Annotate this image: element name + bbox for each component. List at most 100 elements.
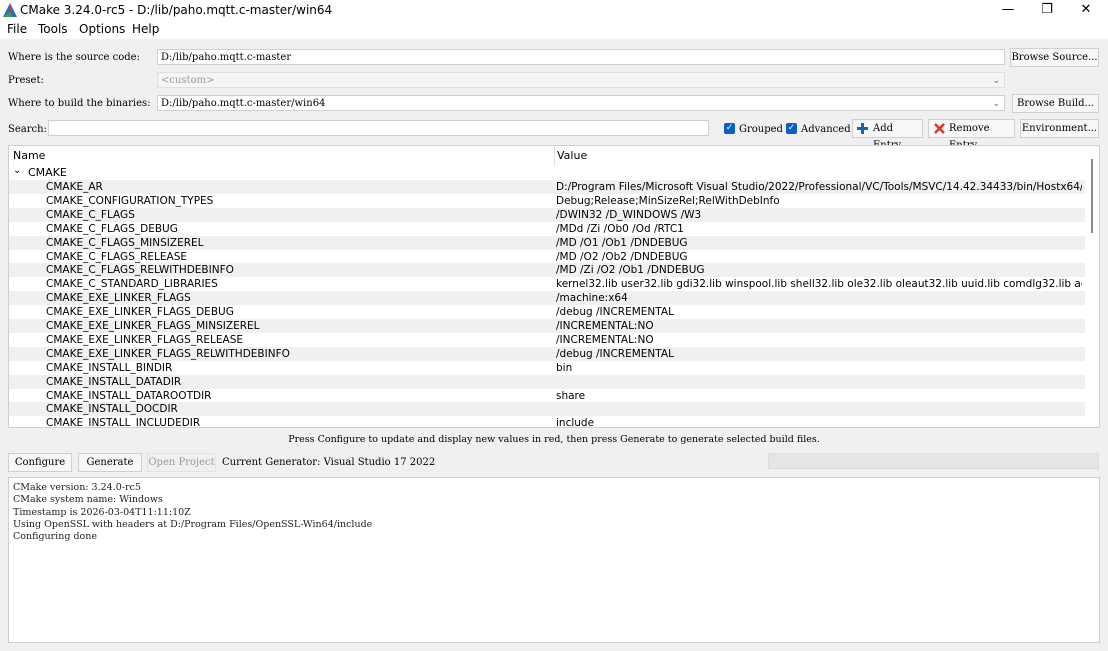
advanced-checkbox[interactable]: ✓: [786, 123, 797, 134]
entry-value[interactable]: /machine:x64: [556, 291, 1082, 305]
table-row[interactable]: CMAKE_C_FLAGS_DEBUG/MDd /Zi /Ob0 /Od /RT…: [9, 222, 1085, 236]
table-row[interactable]: CMAKE_INSTALL_BINDIR bin: [9, 361, 1085, 375]
plus-icon: [857, 123, 868, 134]
header-name[interactable]: Name: [13, 149, 45, 162]
group-label: CMAKE: [28, 166, 67, 179]
window-title: CMake 3.24.0-rc5 - D:/lib/paho.mqtt.c-ma…: [20, 3, 333, 17]
log-line: CMake version: 3.24.0-rc5: [13, 482, 141, 493]
table-row[interactable]: CMAKE_C_FLAGS/DWIN32 /D_WINDOWS /W3: [9, 207, 1085, 222]
table-row[interactable]: CMAKE_EXE_LINKER_FLAGS_RELEASE/INCREMENT…: [9, 333, 1085, 347]
entry-name: CMAKE_EXE_LINKER_FLAGS_DEBUG: [46, 306, 234, 319]
entry-value[interactable]: /MD /Zi /O2 /Ob1 /DNDEBUG: [556, 263, 1082, 277]
cache-table: Name Value ⌄ CMAKE CMAKE_AR D:/Program Fi…: [8, 145, 1100, 428]
x-icon: [934, 123, 945, 134]
entry-name: CMAKE_EXE_LINKER_FLAGS_RELEASE: [46, 333, 243, 346]
entry-value[interactable]: /MD /O1 /Ob1 /DNDEBUG: [556, 236, 1082, 250]
entry-value[interactable]: /DWIN32 /D_WINDOWS /W3: [556, 208, 1082, 222]
open-project-button: Open Project: [147, 453, 216, 472]
menu-tools[interactable]: Tools: [38, 22, 68, 36]
entry-value[interactable]: /MD /O2 /Ob2 /DNDEBUG: [556, 250, 1082, 264]
entry-name: CMAKE_C_FLAGS: [46, 208, 135, 221]
entry-value[interactable]: /MDd /Zi /Ob0 /Od /RTC1: [556, 222, 1082, 236]
browse-source-button[interactable]: Browse Source...: [1010, 48, 1099, 67]
close-button[interactable]: ✕: [1071, 1, 1101, 19]
header-value[interactable]: Value: [557, 149, 587, 162]
remove-entry-button[interactable]: Remove Entry: [928, 119, 1015, 151]
output-log[interactable]: CMake version: 3.24.0-rc5 CMake system na…: [8, 477, 1100, 643]
entry-name: CMAKE_C_FLAGS_RELEASE: [46, 250, 188, 263]
entry-value[interactable]: bin: [556, 361, 1082, 375]
preset-value: <custom>: [161, 75, 215, 86]
generate-button[interactable]: Generate: [78, 453, 142, 472]
log-line: Using OpenSSL with headers at D:/Program…: [13, 518, 373, 530]
entry-name: CMAKE_C_STANDARD_LIBRARIES: [46, 278, 218, 291]
entry-value[interactable]: kernel32.lib user32.lib gdi32.lib winspo…: [556, 277, 1082, 291]
chevron-down-icon: ⌄: [992, 76, 1000, 86]
entry-value[interactable]: share: [556, 389, 1082, 403]
entry-name: CMAKE_EXE_LINKER_FLAGS: [46, 292, 191, 305]
scrollbar-thumb[interactable]: [1091, 159, 1093, 233]
table-row[interactable]: CMAKE_EXE_LINKER_FLAGS_RELWITHDEBINFO/de…: [9, 346, 1085, 361]
entry-name: CMAKE_CONFIGURATION_TYPES: [46, 194, 214, 207]
table-row[interactable]: CMAKE_CONFIGURATION_TYPES Debug;Release;M…: [9, 194, 1085, 208]
table-row[interactable]: CMAKE_EXE_LINKER_FLAGS_DEBUG/debug /INCR…: [9, 305, 1085, 319]
entry-value[interactable]: /debug /INCREMENTAL: [556, 305, 1082, 319]
entry-name: CMAKE_EXE_LINKER_FLAGS_MINSIZEREL: [46, 320, 260, 332]
source-input[interactable]: D:/lib/paho.mqtt.c-master: [157, 49, 1005, 65]
entry-value[interactable]: D:/Program Files/Microsoft Visual Studio…: [556, 180, 1082, 194]
table-row[interactable]: CMAKE_EXE_LINKER_FLAGS/machine:x64: [9, 291, 1085, 306]
table-row[interactable]: CMAKE_EXE_LINKER_FLAGS_MINSIZEREL/INCREM…: [9, 319, 1085, 333]
menu-bar: File Tools Options Help: [0, 20, 1108, 39]
chevron-down-icon[interactable]: ⌄: [13, 165, 21, 176]
environment-button[interactable]: Environment...: [1020, 119, 1099, 138]
entry-name: CMAKE_C_FLAGS_MINSIZEREL: [46, 236, 204, 249]
hint-text: Press Configure to update and display ne…: [288, 434, 820, 445]
configure-button[interactable]: Configure: [8, 453, 72, 472]
entry-name: CMAKE_INSTALL_DATADIR: [46, 375, 182, 388]
entry-name: CMAKE_INSTALL_BINDIR: [46, 361, 173, 374]
menu-help[interactable]: Help: [132, 22, 159, 36]
log-line: Timestamp is 2026-03-04T11:11:10Z: [13, 506, 191, 518]
entry-value[interactable]: Debug;Release;MinSizeRel;RelWithDebInfo: [556, 194, 1082, 208]
menu-file[interactable]: File: [7, 22, 27, 36]
table-row[interactable]: CMAKE_INSTALL_DATADIR: [9, 374, 1085, 389]
build-label: Where to build the binaries:: [8, 98, 151, 109]
entry-name: CMAKE_INSTALL_DATAROOTDIR: [46, 389, 212, 402]
table-row[interactable]: CMAKE_C_FLAGS_RELEASE/MD /O2 /Ob2 /DNDEB…: [9, 250, 1085, 264]
grouped-label: Grouped: [739, 124, 783, 135]
table-row[interactable]: CMAKE_C_FLAGS_MINSIZEREL/MD /O1 /Ob1 /DN…: [9, 235, 1085, 250]
group-row-cmake[interactable]: ⌄ CMAKE: [9, 165, 1085, 179]
minimize-button[interactable]: —: [993, 1, 1023, 19]
search-label: Search:: [8, 124, 47, 135]
table-row[interactable]: CMAKE_INSTALL_INCLUDEDIR include: [9, 416, 1085, 428]
table-row[interactable]: CMAKE_INSTALL_DATAROOTDIR share: [9, 389, 1085, 403]
entry-value[interactable]: /debug /INCREMENTAL: [556, 347, 1082, 361]
table-row[interactable]: CMAKE_AR D:/Program Files/Microsoft Visua…: [9, 180, 1085, 194]
grouped-checkbox[interactable]: ✓: [724, 123, 735, 134]
log-line: CMake system name: Windows: [13, 494, 163, 506]
cmake-logo-icon: [3, 3, 17, 17]
build-input[interactable]: D:/lib/paho.mqtt.c-master/win64 ⌄: [157, 95, 1005, 111]
maximize-button[interactable]: ❐: [1032, 1, 1062, 19]
entry-value[interactable]: /INCREMENTAL:NO: [556, 319, 1082, 333]
add-entry-button[interactable]: Add Entry: [852, 119, 923, 151]
title-bar: CMake 3.24.0-rc5 - D:/lib/paho.mqtt.c-ma…: [0, 0, 1108, 20]
entry-value[interactable]: /INCREMENTAL:NO: [556, 333, 1082, 347]
table-row[interactable]: CMAKE_C_FLAGS_RELWITHDEBINFO/MD /Zi /O2 …: [9, 263, 1085, 278]
entry-value[interactable]: include: [556, 416, 1082, 427]
search-input[interactable]: [48, 120, 709, 136]
table-row[interactable]: CMAKE_INSTALL_DOCDIR: [9, 402, 1085, 417]
column-divider[interactable]: [554, 146, 555, 166]
entry-name: CMAKE_C_FLAGS_DEBUG: [46, 222, 178, 235]
table-row[interactable]: CMAKE_C_STANDARD_LIBRARIES kernel32.lib u…: [9, 277, 1085, 291]
log-line: Configuring done: [13, 531, 97, 543]
menu-options[interactable]: Options: [79, 22, 125, 36]
browse-build-button[interactable]: Browse Build...: [1012, 94, 1099, 113]
advanced-label: Advanced: [801, 124, 851, 135]
entry-name: CMAKE_INSTALL_INCLUDEDIR: [46, 417, 201, 428]
build-value: D:/lib/paho.mqtt.c-master/win64: [161, 98, 326, 109]
entry-name: CMAKE_EXE_LINKER_FLAGS_RELWITHDEBINFO: [46, 347, 290, 360]
preset-select: <custom> ⌄: [157, 72, 1005, 88]
chevron-down-icon[interactable]: ⌄: [992, 96, 1000, 112]
entry-name: CMAKE_AR: [46, 181, 103, 193]
